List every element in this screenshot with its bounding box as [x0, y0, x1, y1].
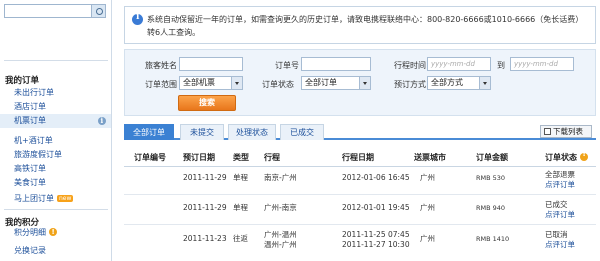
tab-processing[interactable]: 处理状态 [228, 124, 276, 140]
chevron-down-icon [231, 77, 242, 89]
select-value: 全部订单 [305, 78, 337, 87]
to-label: 到 [497, 61, 505, 70]
info-icon [132, 12, 143, 25]
order-amount: RMB 940 [476, 204, 506, 212]
download-label: 下载列表 [553, 127, 583, 136]
book-date: 2011-11-29 [183, 173, 227, 182]
header-divider [124, 166, 596, 167]
help-icon[interactable] [580, 150, 588, 161]
column-header: 订单金额 [476, 153, 508, 162]
order-range-label: 订单范围 [145, 80, 177, 89]
order-status: 已取消 [545, 230, 568, 239]
passenger-label: 旅客姓名 [145, 61, 177, 70]
order-status-label: 订单状态 [262, 80, 294, 89]
delivery-city: 广州 [420, 173, 435, 182]
sidebar-item-flight-hotel[interactable]: 机+酒订单 [14, 134, 53, 148]
book-date: 2011-11-23 [183, 234, 227, 243]
order-status: 全部退票 [545, 170, 575, 179]
order-range-select[interactable]: 全部机票 [179, 76, 243, 90]
trip-type: 往返 [233, 234, 248, 243]
sidebar: 我的订单 未出行订单 酒店订单 机票订单 机+酒订单 旅游度假订单 高铁订单 美… [0, 0, 112, 261]
chevron-down-icon [479, 77, 490, 89]
sidebar-item-train[interactable]: 高铁订单 [14, 162, 46, 176]
column-header: 行程日期 [342, 153, 374, 162]
sidebar-item-label: 积分明细 [14, 228, 46, 237]
search-icon[interactable] [91, 5, 105, 17]
sidebar-item-upcoming[interactable]: 未出行订单 [14, 86, 54, 100]
sidebar-item-food[interactable]: 美食订单 [14, 176, 46, 190]
delivery-city: 广州 [420, 203, 435, 212]
trip-type: 单程 [233, 203, 248, 212]
sidebar-item-group-buy[interactable]: 马上团订单 new [14, 192, 74, 206]
divider [4, 209, 108, 210]
passenger-input[interactable] [179, 57, 243, 71]
review-order-link[interactable]: 点评订单 [545, 210, 575, 220]
column-header: 行程 [264, 153, 280, 162]
order-amount: RMB 1410 [476, 235, 510, 243]
travel-time-label: 行程时间 [394, 61, 426, 70]
download-icon [544, 128, 551, 135]
tab-completed[interactable]: 已成交 [280, 124, 324, 140]
order-no-label: 订单号 [275, 61, 299, 70]
travel-date: 2011-11-25 07:45 [342, 230, 410, 239]
column-header: 送票城市 [414, 153, 446, 162]
column-header-status: 订单状态 [545, 150, 588, 163]
sidebar-item-label: 马上团订单 [14, 194, 54, 203]
order-no-input[interactable] [301, 57, 371, 71]
chevron-down-icon [359, 77, 370, 89]
route: 广州-温州 [264, 230, 297, 239]
date-from-input[interactable]: yyyy-mm-dd [427, 57, 491, 71]
travel-date: 2012-01-06 16:45 [342, 173, 410, 182]
new-badge: new [57, 195, 74, 202]
sidebar-item-label: 机票订单 [14, 116, 46, 125]
booking-method-select[interactable]: 全部方式 [427, 76, 491, 90]
sidebar-search-input[interactable] [4, 4, 106, 18]
tab-bar: 全部订单 未提交 处理状态 已成交 下载列表 [124, 124, 596, 140]
travel-date: 2011-11-27 10:30 [342, 240, 410, 249]
warning-icon [49, 225, 57, 239]
column-header: 订单编号 [134, 153, 166, 162]
route: 温州-广州 [264, 240, 297, 249]
route: 广州-南京 [264, 203, 297, 212]
column-header: 类型 [233, 153, 249, 162]
order-amount: RMB 530 [476, 174, 506, 182]
info-icon [98, 114, 106, 128]
notice-text: 系统自动保留近一年的订单，如需查询更久的历史订单，请致电携程联络中心：800-8… [147, 15, 584, 37]
book-date: 2011-11-29 [183, 203, 227, 212]
tab-all-orders[interactable]: 全部订单 [124, 124, 174, 140]
download-list-button[interactable]: 下载列表 [540, 125, 592, 138]
section-title-orders: 我的订单 [5, 76, 40, 86]
order-status-select[interactable]: 全部订单 [301, 76, 371, 90]
column-header: 预订日期 [183, 153, 215, 162]
review-order-link[interactable]: 点评订单 [545, 180, 575, 190]
sidebar-item-redeem-record[interactable]: 兑换记录 [14, 244, 46, 258]
notice-box: 系统自动保留近一年的订单，如需查询更久的历史订单，请致电携程联络中心：800-8… [124, 6, 596, 44]
sidebar-item-flight[interactable]: 机票订单 [0, 114, 111, 128]
tab-not-submitted[interactable]: 未提交 [180, 124, 224, 140]
route: 南京-广州 [264, 173, 297, 182]
delivery-city: 广州 [420, 234, 435, 243]
review-order-link[interactable]: 点评订单 [545, 240, 575, 250]
travel-date: 2012-01-01 19:45 [342, 203, 410, 212]
search-button[interactable]: 搜索 [178, 95, 236, 111]
column-header-label: 订单状态 [545, 153, 577, 162]
order-status: 已成交 [545, 200, 568, 209]
row-divider [124, 224, 596, 225]
sidebar-item-hotel[interactable]: 酒店订单 [14, 100, 46, 114]
sidebar-item-points-detail[interactable]: 积分明细 [14, 225, 57, 240]
row-divider [124, 194, 596, 195]
select-value: 全部方式 [431, 78, 463, 87]
select-value: 全部机票 [183, 78, 215, 87]
trip-type: 单程 [233, 173, 248, 182]
date-to-input[interactable]: yyyy-mm-dd [510, 57, 574, 71]
divider [4, 60, 108, 61]
sidebar-item-vacation[interactable]: 旅游度假订单 [14, 148, 62, 162]
booking-method-label: 预订方式 [394, 80, 426, 89]
